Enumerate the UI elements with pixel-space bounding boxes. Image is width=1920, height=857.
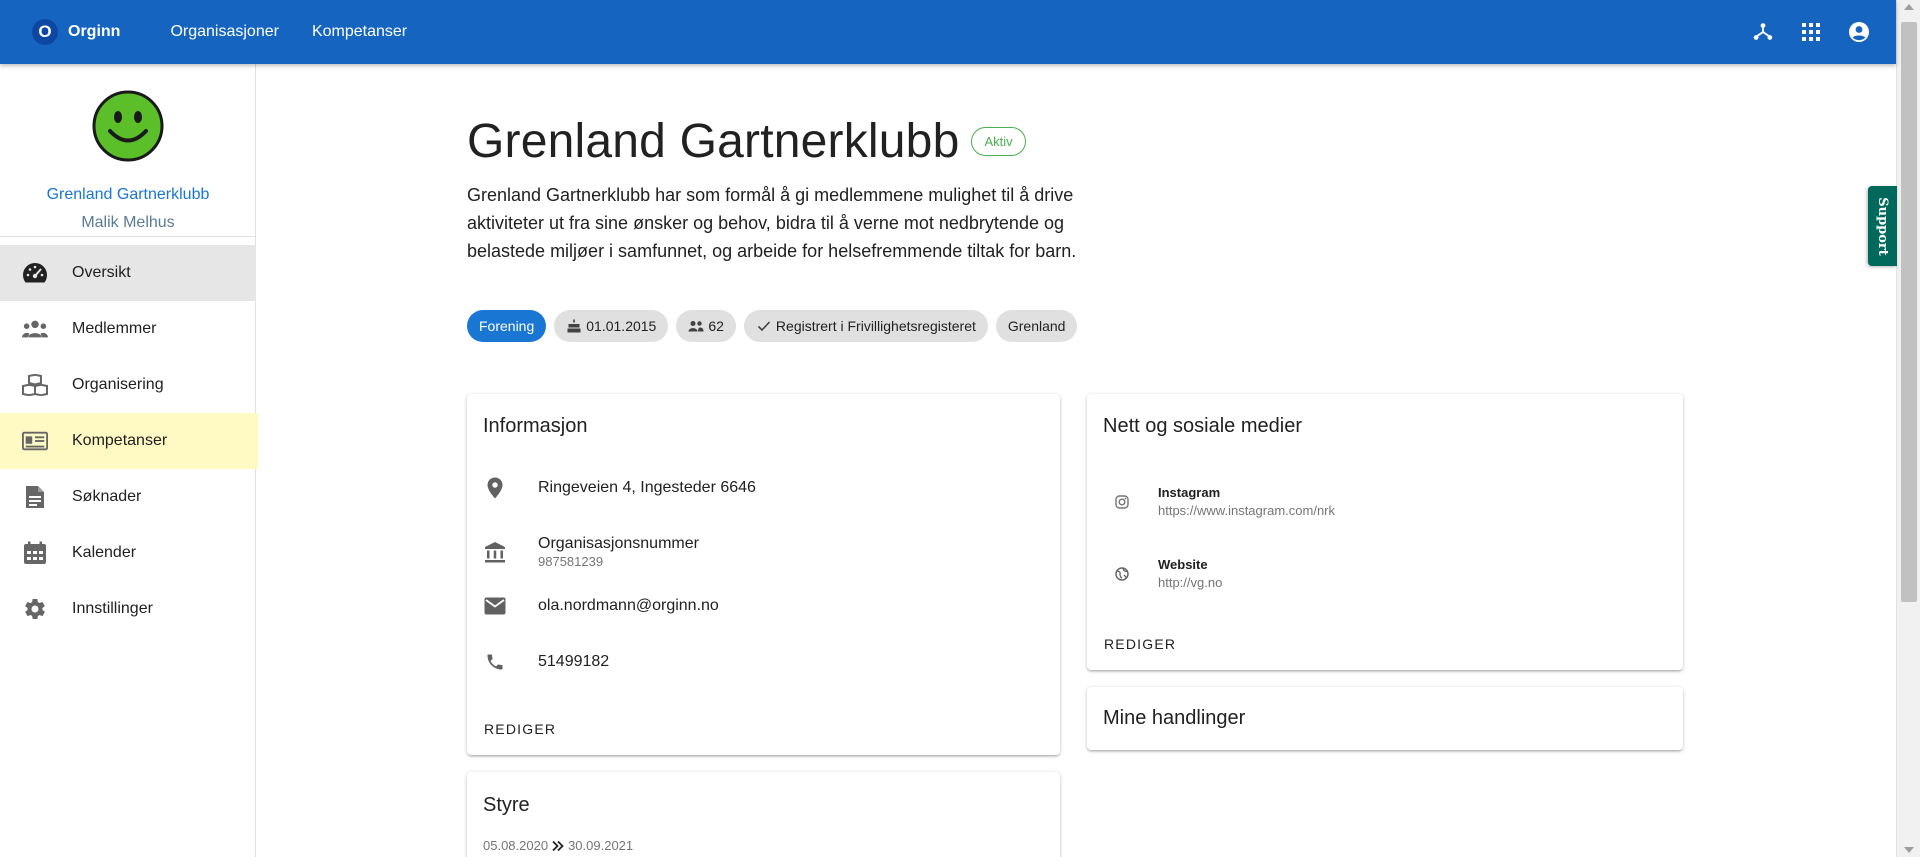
- gear-icon: [22, 596, 48, 622]
- address-row: Ringeveien 4, Ingesteder 6646: [483, 476, 756, 500]
- sidebar-menu: Oversikt Medlemmer Organisering Kompetan…: [0, 245, 258, 637]
- chip-registered[interactable]: Registrert i Frivillighetsregisteret: [743, 310, 988, 342]
- chip-founded-date[interactable]: 01.01.2015: [554, 310, 669, 342]
- document-icon: [22, 484, 48, 510]
- board-card: Styre 05.08.2020 30.09.2021: [467, 772, 1060, 857]
- double-chevron-right-icon: [552, 840, 564, 852]
- orgnr-value: 987581239: [538, 554, 604, 569]
- bank-icon: [483, 540, 507, 564]
- sidebar-item-label: Oversikt: [72, 264, 131, 281]
- chip-region[interactable]: Grenland: [995, 310, 1078, 342]
- email-text[interactable]: ola.nordmann@orginn.no: [538, 597, 719, 615]
- sidebar-item-label: Kalender: [72, 544, 137, 561]
- board-to-date: 30.09.2021: [568, 838, 634, 853]
- nav-kompetanser[interactable]: Kompetanser: [312, 23, 407, 41]
- board-card-title: Styre: [483, 794, 530, 816]
- orgnr-label: Organisasjonsnummer: [538, 535, 699, 552]
- check-icon: [756, 318, 772, 334]
- phone-text[interactable]: 51499182: [538, 653, 609, 671]
- sidebar-item-medlemmer[interactable]: Medlemmer: [0, 301, 258, 357]
- org-description: Grenland Gartnerklubb har som formål å g…: [467, 185, 1077, 261]
- nav-organisasjoner[interactable]: Organisasjoner: [170, 23, 279, 41]
- social-card-title: Nett og sosiale medier: [1103, 415, 1302, 437]
- sidebar-item-label: Søknader: [72, 488, 142, 505]
- smiley-face-icon: [92, 90, 164, 162]
- scroll-down-arrow-icon[interactable]: [1904, 847, 1914, 853]
- social-item-title: Instagram: [1158, 485, 1221, 500]
- status-badge: Aktiv: [971, 127, 1026, 156]
- id-card-icon: [22, 428, 48, 454]
- sidebar-item-label: Medlemmer: [72, 320, 157, 337]
- info-card-title: Informasjon: [483, 415, 588, 437]
- support-tab-label: Support: [1875, 196, 1891, 256]
- sidebar-user-name: Malik Melhus: [81, 214, 175, 231]
- boxes-icon: [22, 372, 48, 398]
- board-period: 05.08.2020 30.09.2021: [483, 838, 633, 853]
- social-edit-button[interactable]: REDIGER: [1104, 636, 1176, 652]
- social-item-instagram[interactable]: Instagram https://www.instagram.com/nrk: [1103, 485, 1335, 518]
- sidebar-item-kompetanser[interactable]: Kompetanser: [0, 413, 258, 469]
- people-icon: [22, 316, 48, 342]
- instagram-icon: [1111, 491, 1133, 513]
- calendar-icon: [22, 540, 48, 566]
- org-chips: Forening 01.01.2015 62 Registrert i Friv…: [467, 310, 1085, 342]
- info-edit-button[interactable]: REDIGER: [484, 721, 556, 737]
- chip-member-count[interactable]: 62: [676, 310, 736, 342]
- social-item-url[interactable]: https://www.instagram.com/nrk: [1158, 503, 1335, 518]
- chip-org-type[interactable]: Forening: [467, 310, 547, 342]
- title-row: Grenland Gartnerklubb Aktiv: [467, 114, 1026, 169]
- social-item-title: Website: [1158, 557, 1208, 572]
- my-actions-card[interactable]: Mine handlinger: [1087, 687, 1683, 750]
- apps-grid-icon[interactable]: [1799, 20, 1823, 44]
- social-card: Nett og sosiale medier Instagram https:/…: [1087, 394, 1683, 670]
- sidebar-item-soknader[interactable]: Søknader: [0, 469, 258, 525]
- sidebar-org-name[interactable]: Grenland Gartnerklubb: [0, 186, 256, 204]
- address-text: Ringeveien 4, Ingesteder 6646: [538, 479, 756, 496]
- phone-row: 51499182: [483, 650, 609, 674]
- scrollbar-thumb[interactable]: [1901, 22, 1917, 602]
- chip-label: Grenland: [1007, 318, 1066, 334]
- page-scrollbar[interactable]: [1896, 0, 1920, 857]
- page-title: Grenland Gartnerklubb: [467, 115, 960, 168]
- speedometer-icon: [22, 260, 48, 286]
- chip-label: 01.01.2015: [586, 318, 657, 334]
- sidebar-item-label: Kompetanser: [72, 432, 168, 449]
- chip-label: Forening: [479, 318, 535, 334]
- brand-name: Orginn: [68, 23, 121, 40]
- social-item-url[interactable]: http://vg.no: [1158, 575, 1222, 590]
- sidebar-item-kalender[interactable]: Kalender: [0, 525, 258, 581]
- sidebar-item-oversikt[interactable]: Oversikt: [0, 245, 256, 301]
- chip-label: Registrert i Frivillighetsregisteret: [775, 318, 976, 334]
- top-app-bar: O Orginn Organisasjoner Kompetanser: [0, 0, 1896, 64]
- sidebar: Grenland Gartnerklubb Malik Melhus Overs…: [0, 64, 258, 857]
- people-icon: [688, 318, 704, 334]
- board-from-date: 05.08.2020: [483, 838, 549, 853]
- brand-logo[interactable]: O Orginn: [32, 19, 120, 45]
- hub-icon[interactable]: [1751, 20, 1775, 44]
- phone-icon: [483, 650, 507, 674]
- sidebar-divider: [0, 236, 256, 237]
- social-item-website[interactable]: Website http://vg.no: [1103, 557, 1222, 590]
- info-card: Informasjon Ringeveien 4, Ingesteder 664…: [467, 394, 1060, 755]
- sidebar-item-label: Innstillinger: [72, 600, 153, 617]
- email-row: ola.nordmann@orginn.no: [483, 594, 719, 618]
- globe-icon: [1111, 563, 1133, 585]
- scroll-up-arrow-icon[interactable]: [1904, 4, 1914, 10]
- chip-label: 62: [708, 318, 724, 334]
- orgnr-row: Organisasjonsnummer 987581239: [483, 535, 699, 569]
- support-tab[interactable]: Support: [1868, 186, 1897, 266]
- brand-badge: O: [32, 19, 58, 45]
- sidebar-item-innstillinger[interactable]: Innstillinger: [0, 581, 258, 637]
- mail-icon: [483, 594, 507, 618]
- sidebar-item-organisering[interactable]: Organisering: [0, 357, 258, 413]
- my-actions-card-title: Mine handlinger: [1103, 707, 1246, 729]
- location-pin-icon: [483, 476, 507, 500]
- cake-icon: [566, 318, 582, 334]
- account-circle-icon[interactable]: [1847, 20, 1871, 44]
- sidebar-item-label: Organisering: [72, 376, 164, 393]
